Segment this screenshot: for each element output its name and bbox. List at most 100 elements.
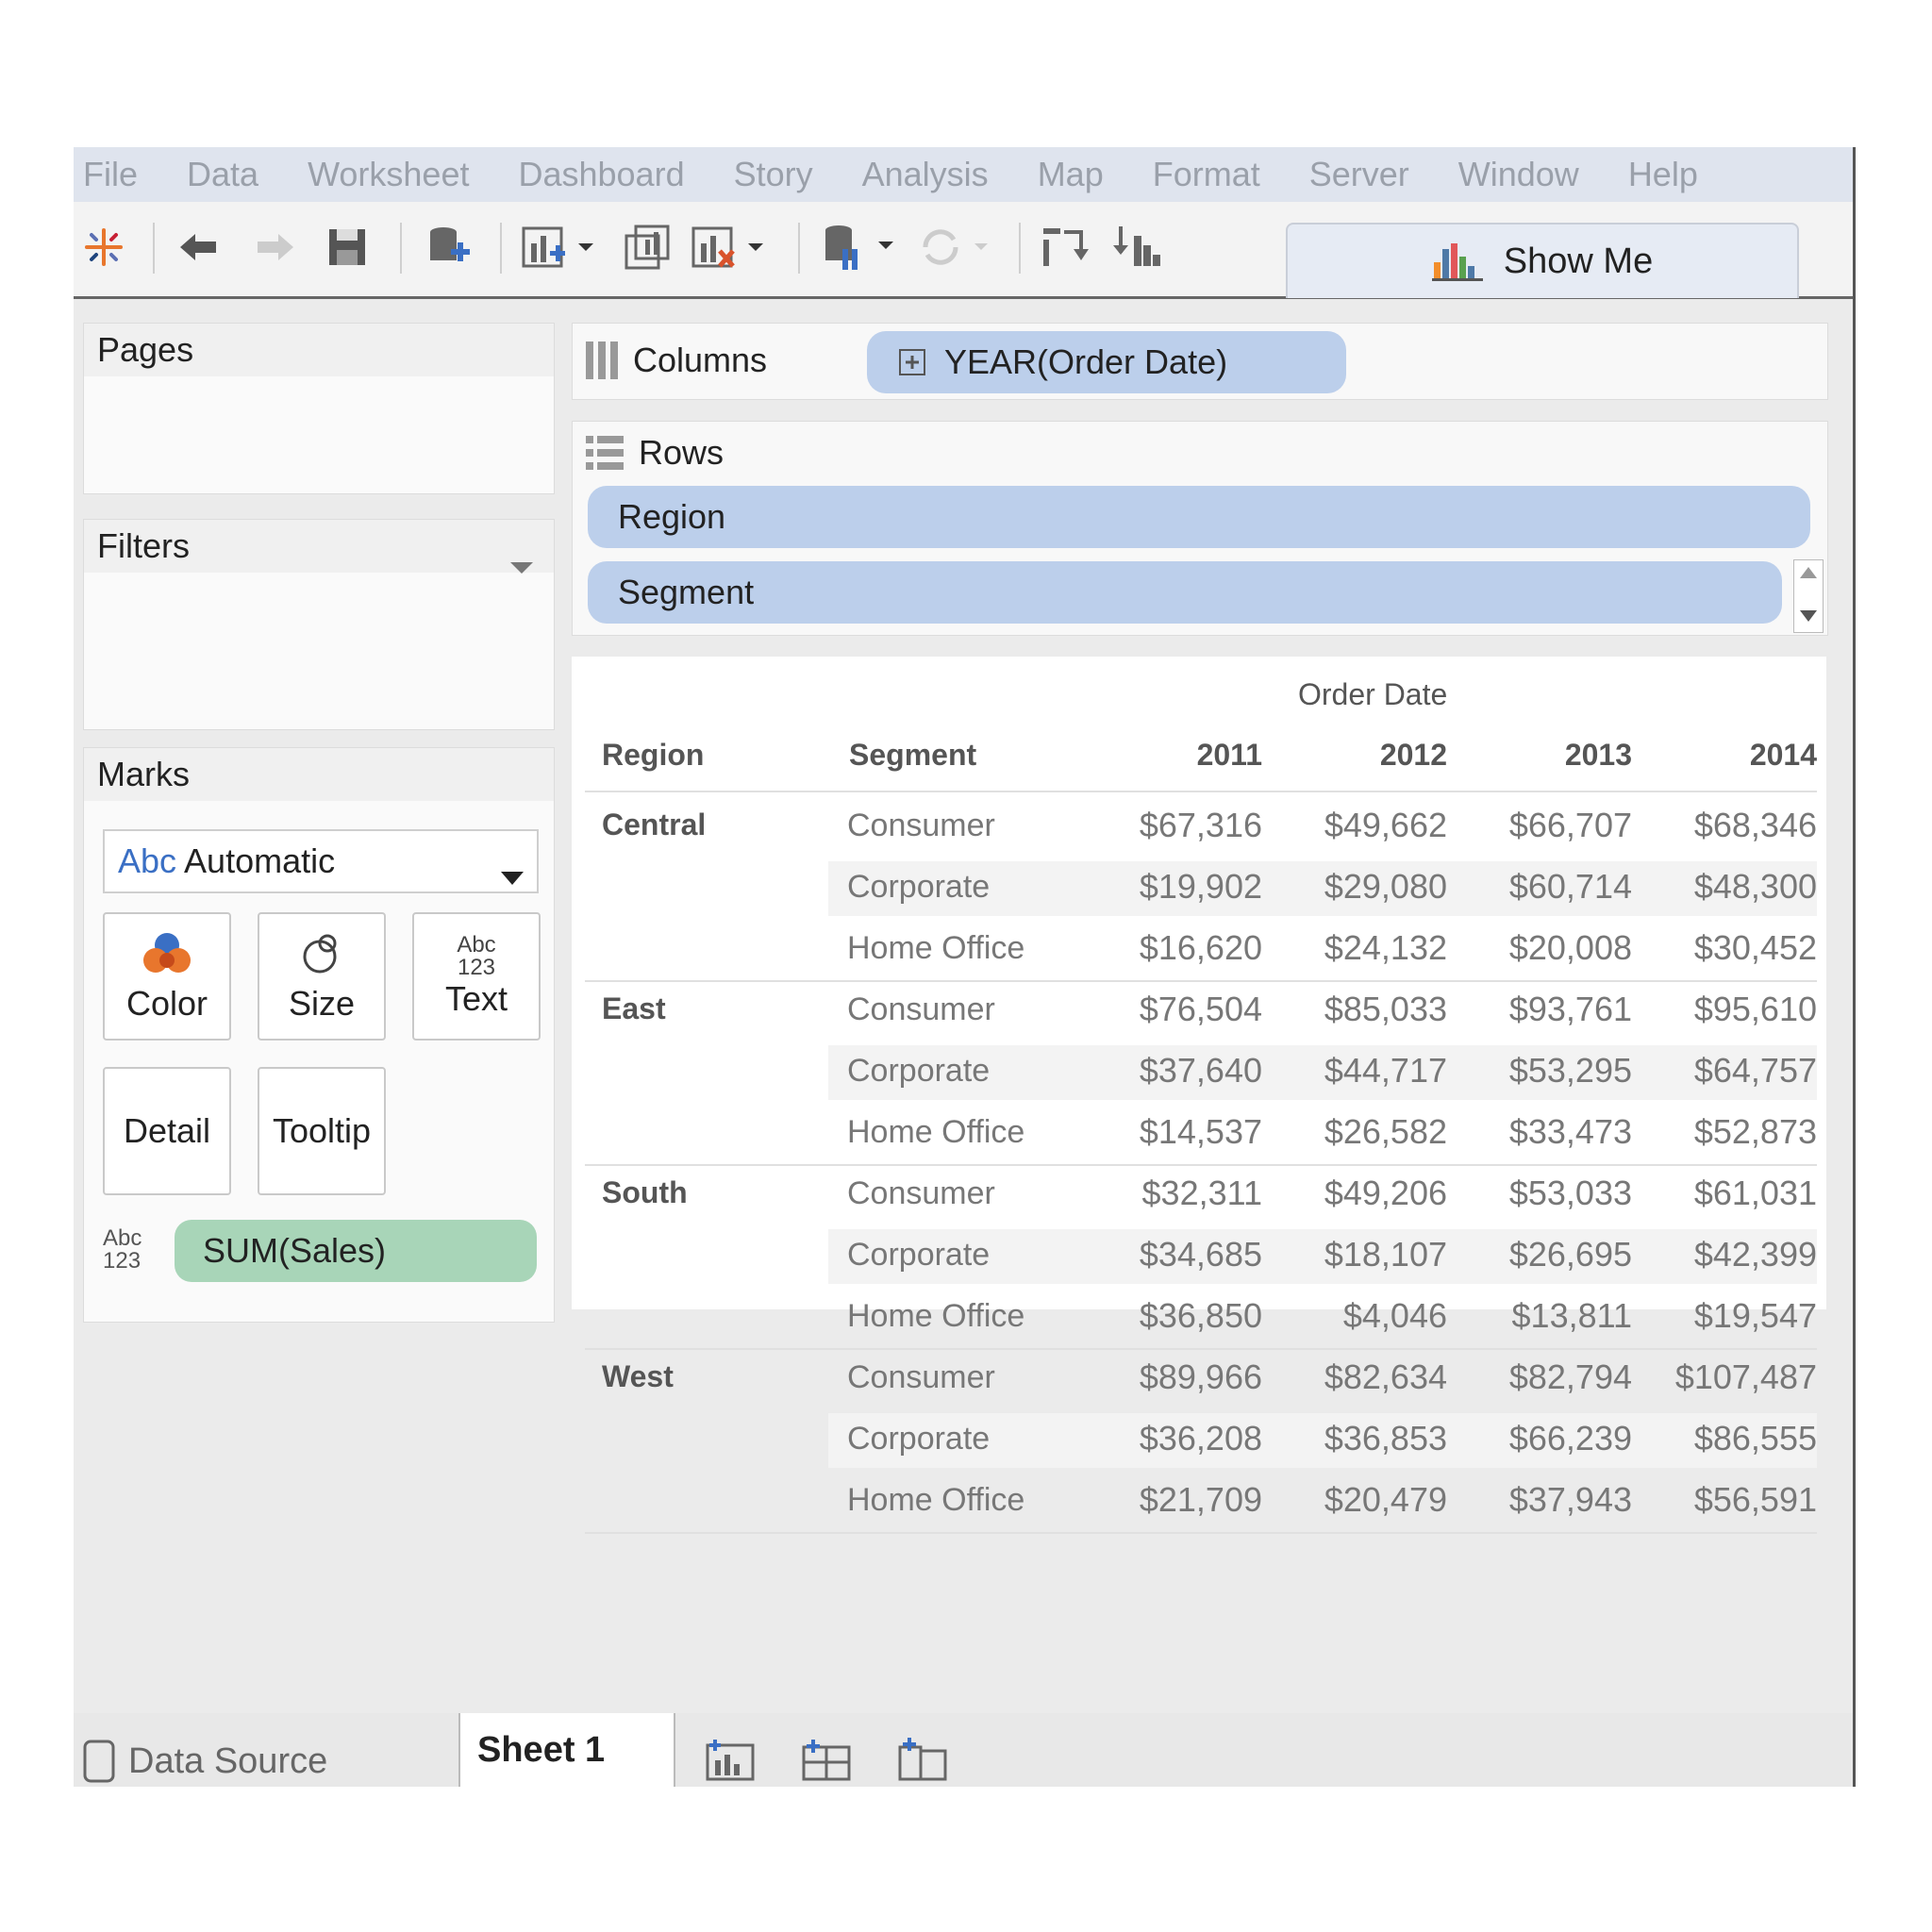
value-cell[interactable]: $16,620 <box>1102 928 1262 968</box>
pages-card[interactable]: Pages <box>83 323 555 494</box>
new-sheet-icon[interactable] <box>706 1738 757 1786</box>
value-cell[interactable]: $20,008 <box>1472 928 1632 968</box>
year-order-date-pill[interactable]: YEAR(Order Date) <box>867 331 1346 393</box>
value-cell[interactable]: $52,873 <box>1657 1112 1817 1152</box>
value-cell[interactable]: $107,487 <box>1657 1357 1817 1397</box>
refresh-icon[interactable] <box>913 221 1004 274</box>
segment-cell[interactable]: Home Office <box>847 1298 1024 1335</box>
new-story-icon[interactable] <box>898 1738 949 1786</box>
value-cell[interactable]: $37,640 <box>1102 1051 1262 1091</box>
text-card[interactable]: Abc 123 Text <box>412 912 541 1041</box>
value-cell[interactable]: $48,300 <box>1657 867 1817 907</box>
menu-analysis[interactable]: Analysis <box>862 155 989 194</box>
segment-cell[interactable]: Corporate <box>847 1053 990 1090</box>
value-cell[interactable]: $36,208 <box>1102 1419 1262 1458</box>
columns-shelf[interactable]: Columns YEAR(Order Date) <box>572 323 1828 400</box>
value-cell[interactable]: $82,794 <box>1472 1357 1632 1397</box>
value-cell[interactable]: $60,714 <box>1472 867 1632 907</box>
menu-server[interactable]: Server <box>1309 155 1409 194</box>
value-cell[interactable]: $61,031 <box>1657 1174 1817 1213</box>
value-cell[interactable]: $64,757 <box>1657 1051 1817 1091</box>
color-card[interactable]: Color <box>103 912 231 1041</box>
value-cell[interactable]: $14,537 <box>1102 1112 1262 1152</box>
region-pill[interactable]: Region <box>588 486 1810 548</box>
region-cell[interactable]: East <box>602 991 666 1026</box>
value-cell[interactable]: $29,080 <box>1287 867 1447 907</box>
menu-window[interactable]: Window <box>1458 155 1579 194</box>
shelf-scrollbar[interactable] <box>1793 559 1824 633</box>
value-cell[interactable]: $42,399 <box>1657 1235 1817 1274</box>
rows-shelf[interactable]: Rows Region Segment <box>572 421 1828 636</box>
undo-icon[interactable] <box>172 221 225 274</box>
segment-cell[interactable]: Home Office <box>847 930 1024 967</box>
value-cell[interactable]: $66,239 <box>1472 1419 1632 1458</box>
region-cell[interactable]: Central <box>602 808 706 842</box>
filters-card[interactable]: Filters <box>83 519 555 730</box>
scroll-up-icon[interactable] <box>1800 566 1817 583</box>
value-cell[interactable]: $89,966 <box>1102 1357 1262 1397</box>
region-cell[interactable]: West <box>602 1359 674 1394</box>
value-cell[interactable]: $49,206 <box>1287 1174 1447 1213</box>
show-me-button[interactable]: Show Me <box>1286 223 1799 298</box>
value-cell[interactable]: $19,902 <box>1102 867 1262 907</box>
menu-file[interactable]: File <box>83 155 138 194</box>
header-segment[interactable]: Segment <box>849 738 976 773</box>
value-cell[interactable]: $53,033 <box>1472 1174 1632 1213</box>
segment-pill[interactable]: Segment <box>588 561 1782 624</box>
scroll-down-icon[interactable] <box>1800 609 1817 626</box>
pause-updates-icon[interactable] <box>817 221 908 274</box>
value-cell[interactable]: $36,850 <box>1102 1296 1262 1336</box>
header-2014[interactable]: 2014 <box>1657 738 1817 773</box>
value-cell[interactable]: $13,811 <box>1472 1296 1632 1336</box>
value-cell[interactable]: $30,452 <box>1657 928 1817 968</box>
value-cell[interactable]: $76,504 <box>1102 990 1262 1029</box>
value-cell[interactable]: $37,943 <box>1472 1480 1632 1520</box>
segment-cell[interactable]: Home Office <box>847 1482 1024 1519</box>
value-cell[interactable]: $36,853 <box>1287 1419 1447 1458</box>
mark-type-select[interactable]: Abc Automatic <box>103 829 539 893</box>
value-cell[interactable]: $68,346 <box>1657 806 1817 845</box>
new-dashboard-icon[interactable] <box>802 1738 853 1786</box>
redo-icon[interactable] <box>249 221 302 274</box>
value-cell[interactable]: $66,707 <box>1472 806 1632 845</box>
value-cell[interactable]: $33,473 <box>1472 1112 1632 1152</box>
value-cell[interactable]: $32,311 <box>1102 1174 1262 1213</box>
swap-icon[interactable] <box>1036 221 1092 274</box>
menu-help[interactable]: Help <box>1628 155 1698 194</box>
new-datasource-icon[interactable] <box>421 221 477 274</box>
tooltip-card[interactable]: Tooltip <box>258 1067 386 1195</box>
menu-dashboard[interactable]: Dashboard <box>518 155 684 194</box>
value-cell[interactable]: $18,107 <box>1287 1235 1447 1274</box>
value-cell[interactable]: $19,547 <box>1657 1296 1817 1336</box>
new-worksheet-icon[interactable] <box>517 221 608 274</box>
value-cell[interactable]: $56,591 <box>1657 1480 1817 1520</box>
menu-worksheet[interactable]: Worksheet <box>308 155 469 194</box>
header-2013[interactable]: 2013 <box>1472 738 1632 773</box>
header-region[interactable]: Region <box>602 738 704 773</box>
sheet-1-tab[interactable]: Sheet 1 <box>458 1713 675 1787</box>
segment-cell[interactable]: Consumer <box>847 808 995 844</box>
value-cell[interactable]: $82,634 <box>1287 1357 1447 1397</box>
segment-cell[interactable]: Consumer <box>847 991 995 1028</box>
sort-icon[interactable] <box>1108 221 1164 274</box>
segment-cell[interactable]: Consumer <box>847 1175 995 1212</box>
value-cell[interactable]: $20,479 <box>1287 1480 1447 1520</box>
clear-sheet-icon[interactable] <box>687 221 777 274</box>
segment-cell[interactable]: Consumer <box>847 1359 995 1396</box>
value-cell[interactable]: $49,662 <box>1287 806 1447 845</box>
filters-dropdown-icon[interactable] <box>510 542 533 582</box>
duplicate-sheet-icon[interactable] <box>619 221 675 274</box>
region-cell[interactable]: South <box>602 1175 688 1210</box>
header-2011[interactable]: 2011 <box>1102 738 1262 773</box>
value-cell[interactable]: $44,717 <box>1287 1051 1447 1091</box>
data-source-tab[interactable]: Data Source <box>83 1740 327 1783</box>
value-cell[interactable]: $21,709 <box>1102 1480 1262 1520</box>
sum-sales-pill[interactable]: SUM(Sales) <box>175 1220 537 1282</box>
value-cell[interactable]: $26,695 <box>1472 1235 1632 1274</box>
segment-cell[interactable]: Home Office <box>847 1114 1024 1151</box>
menu-format[interactable]: Format <box>1153 155 1260 194</box>
value-cell[interactable]: $93,761 <box>1472 990 1632 1029</box>
menu-map[interactable]: Map <box>1038 155 1104 194</box>
value-cell[interactable]: $95,610 <box>1657 990 1817 1029</box>
expand-icon[interactable] <box>899 349 925 375</box>
